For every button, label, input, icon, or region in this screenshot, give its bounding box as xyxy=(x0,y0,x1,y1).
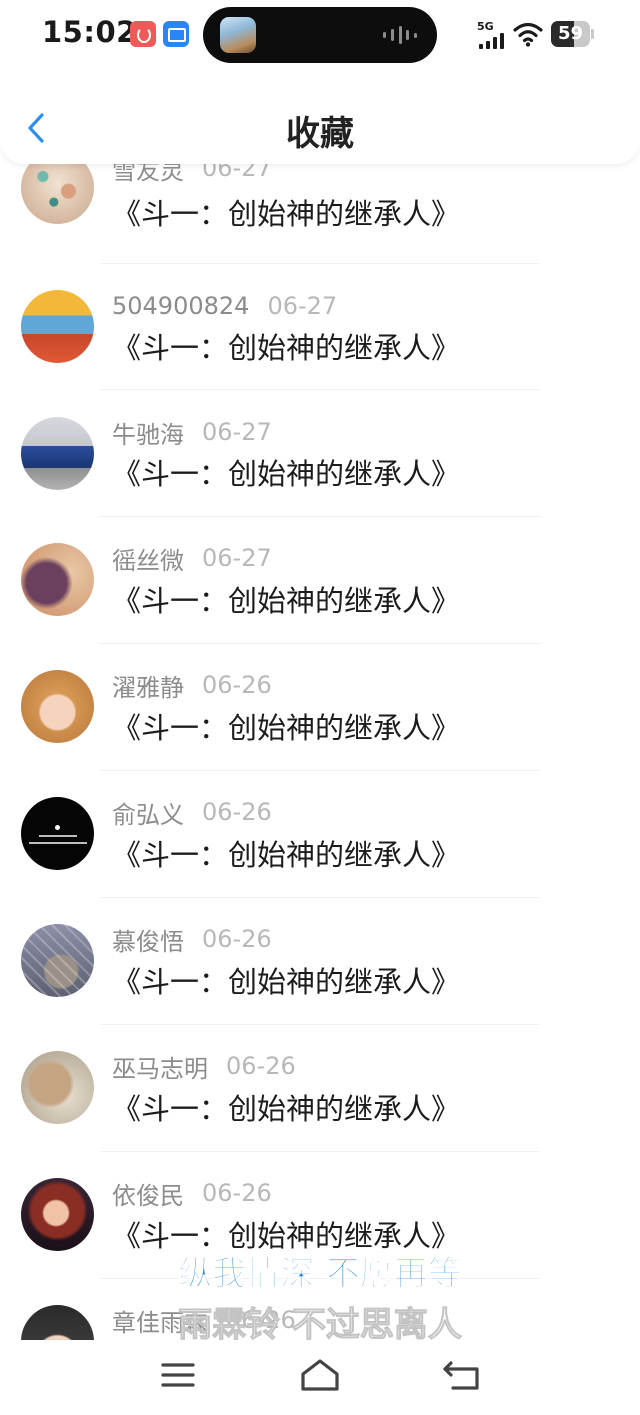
item-meta: 濯雅静 06-26 xyxy=(112,670,272,702)
favorites-screen: 15:02 5G 59 收藏 雪友灵 06-27 《斗一：创始神的继承人》 50… xyxy=(0,0,640,1415)
item-username: 牛驰海 xyxy=(112,420,184,449)
divider xyxy=(100,897,540,898)
item-username: 俞弘义 xyxy=(112,800,184,829)
avatar[interactable] xyxy=(21,1178,94,1251)
item-title[interactable]: 《斗一：创始神的继承人》 xyxy=(112,1090,460,1128)
item-title[interactable]: 《斗一：创始神的继承人》 xyxy=(112,836,460,874)
item-date: 06-26 xyxy=(226,1052,296,1080)
divider xyxy=(100,1024,540,1025)
item-title[interactable]: 《斗一：创始神的继承人》 xyxy=(112,709,460,747)
page-title: 收藏 xyxy=(286,114,354,154)
header: 收藏 xyxy=(0,92,640,164)
avatar[interactable] xyxy=(21,1051,94,1124)
item-meta: 雪友灵 06-27 xyxy=(112,164,272,185)
list-item[interactable]: 巫马志明 06-26 《斗一：创始神的继承人》 xyxy=(0,1029,640,1156)
lyric-line-2: 雨霖铃 不过思离人 xyxy=(178,1305,463,1346)
item-title[interactable]: 《斗一：创始神的继承人》 xyxy=(112,329,460,367)
home-button[interactable] xyxy=(297,1352,343,1398)
avatar[interactable] xyxy=(21,797,94,870)
back-icon xyxy=(443,1361,479,1390)
avatar[interactable] xyxy=(21,670,94,743)
item-title[interactable]: 《斗一：创始神的继承人》 xyxy=(112,963,460,1001)
item-meta: 504900824 06-27 xyxy=(112,291,337,321)
favorites-list[interactable]: 雪友灵 06-27 《斗一：创始神的继承人》 504900824 06-27 《… xyxy=(0,164,640,1340)
item-username: 巫马志明 xyxy=(112,1054,208,1083)
divider xyxy=(100,1151,540,1152)
divider xyxy=(100,263,540,264)
list-item[interactable]: 俞弘义 06-26 《斗一：创始神的继承人》 xyxy=(0,775,640,902)
dynamic-island[interactable] xyxy=(203,7,437,63)
item-username: 徭丝微 xyxy=(112,546,184,575)
wifi-icon xyxy=(513,22,543,47)
divider xyxy=(100,643,540,644)
network-type: 5G xyxy=(477,20,494,33)
system-nav-bar xyxy=(0,1340,640,1415)
menu-icon xyxy=(161,1363,195,1387)
avatar[interactable] xyxy=(21,417,94,490)
avatar[interactable] xyxy=(21,924,94,997)
audio-wave-icon xyxy=(383,26,417,44)
battery-icon: 59 xyxy=(551,21,590,47)
item-username: 504900824 xyxy=(112,292,250,320)
item-title[interactable]: 《斗一：创始神的继承人》 xyxy=(112,195,460,233)
list-item[interactable]: 徭丝微 06-27 《斗一：创始神的继承人》 xyxy=(0,521,640,648)
item-date: 06-27 xyxy=(267,292,338,320)
item-meta: 依俊民 06-26 xyxy=(112,1178,272,1210)
item-date: 06-26 xyxy=(202,671,272,699)
item-username: 依俊民 xyxy=(112,1181,184,1210)
battery-indicator: 59 xyxy=(551,21,594,47)
item-date: 06-26 xyxy=(202,798,272,826)
list-item[interactable]: 濯雅静 06-26 《斗一：创始神的继承人》 xyxy=(0,648,640,775)
item-username: 雪友灵 xyxy=(112,164,184,185)
item-date: 06-26 xyxy=(202,1179,272,1207)
divider xyxy=(100,516,540,517)
music-app-icon xyxy=(130,21,156,47)
item-date: 06-26 xyxy=(202,925,272,953)
item-title[interactable]: 《斗一：创始神的继承人》 xyxy=(112,455,460,493)
battery-cap xyxy=(591,29,594,39)
list-item[interactable]: 牛驰海 06-27 《斗一：创始神的继承人》 xyxy=(0,394,640,521)
menu-button[interactable] xyxy=(155,1352,201,1398)
home-icon xyxy=(301,1359,339,1391)
item-username: 濯雅静 xyxy=(112,673,184,702)
item-username: 慕俊悟 xyxy=(112,927,184,956)
item-meta: 徭丝微 06-27 xyxy=(112,543,272,575)
divider xyxy=(100,770,540,771)
back-nav-button[interactable] xyxy=(438,1352,484,1398)
status-bar: 15:02 5G 59 xyxy=(0,0,640,70)
cellular-signal-icon xyxy=(479,33,507,49)
item-date: 06-27 xyxy=(202,544,272,572)
now-playing-app-icon xyxy=(220,17,256,53)
avatar[interactable] xyxy=(21,543,94,616)
list-item[interactable]: 慕俊悟 06-26 《斗一：创始神的继承人》 xyxy=(0,902,640,1029)
avatar[interactable] xyxy=(21,290,94,363)
item-meta: 巫马志明 06-26 xyxy=(112,1051,296,1083)
avatar[interactable] xyxy=(21,164,94,224)
item-date: 06-27 xyxy=(202,164,272,182)
tv-app-icon xyxy=(163,21,189,47)
divider xyxy=(100,389,540,390)
list-item[interactable]: 雪友灵 06-27 《斗一：创始神的继承人》 xyxy=(0,164,640,267)
battery-percent: 59 xyxy=(557,23,584,44)
item-meta: 牛驰海 06-27 xyxy=(112,417,272,449)
list-item[interactable]: 504900824 06-27 《斗一：创始神的继承人》 xyxy=(0,267,640,394)
status-time: 15:02 xyxy=(42,15,137,49)
item-date: 06-27 xyxy=(202,418,272,446)
item-meta: 俞弘义 06-26 xyxy=(112,797,272,829)
item-meta: 慕俊悟 06-26 xyxy=(112,924,272,956)
item-title[interactable]: 《斗一：创始神的继承人》 xyxy=(112,582,460,620)
lyric-line-1: 纵我情深 不愿再等 xyxy=(178,1254,463,1295)
